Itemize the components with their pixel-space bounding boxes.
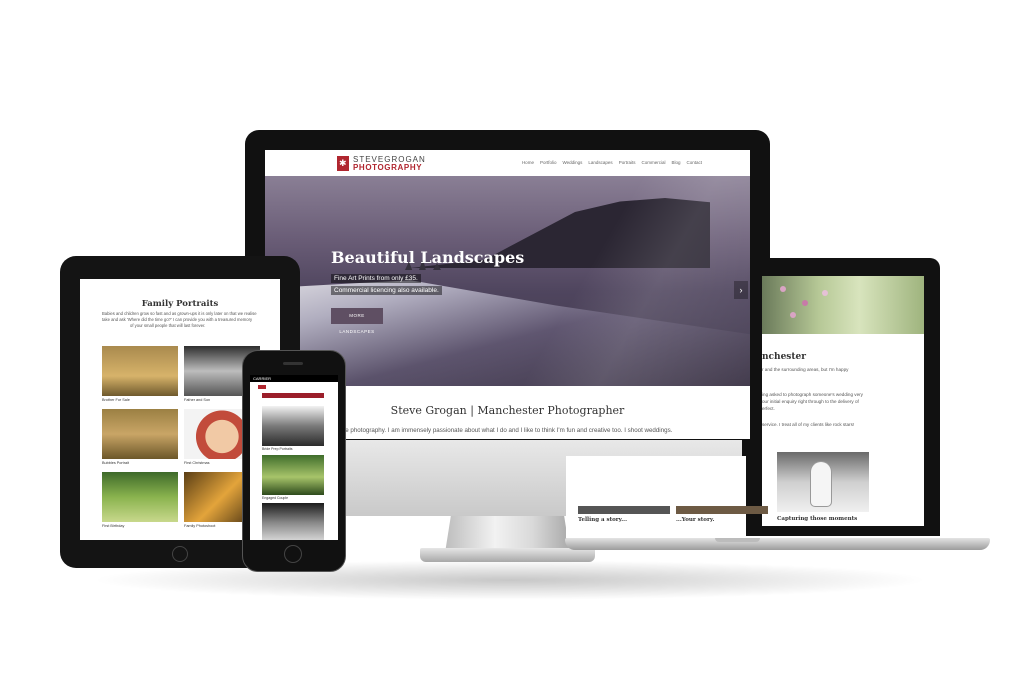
nav-weddings[interactable]: Weddings	[562, 160, 582, 165]
ipad-home-button	[172, 546, 188, 562]
laptop-gallery-row: Telling a story... ...Your story.	[566, 456, 768, 538]
laptop-caption: Capturing those moments	[777, 516, 858, 522]
iphone-screen: CARRIER Bride Prep Portraits Engaged Cou…	[250, 375, 338, 540]
macbook-notch	[715, 538, 760, 542]
portrait-photo[interactable]	[102, 409, 178, 459]
more-landscapes-button[interactable]: MORE LANDSCAPES	[331, 308, 383, 334]
laptop-text-line: r and the surrounding areas, but I'm hap…	[762, 367, 849, 372]
flowers-banner-image	[762, 276, 924, 334]
laptop-text-line: ing asked to photograph someone's weddin…	[762, 392, 863, 397]
portrait-caption: First Birthday	[102, 524, 125, 528]
portrait-photo[interactable]	[102, 346, 178, 396]
laptop-text-line: our initial enquiry right through to the…	[762, 399, 859, 404]
macbook-screen: nchester r and the surrounding areas, bu…	[762, 276, 924, 526]
portrait-caption: Brother For Sale	[102, 398, 130, 402]
hero-title: Beautiful Landscapes	[331, 248, 525, 267]
wedding-photo[interactable]	[262, 455, 324, 495]
screen-glare	[490, 176, 750, 386]
hero-subtitle-1: Fine Art Prints from only £35.	[331, 274, 421, 283]
nav-portfolio[interactable]: Portfolio	[540, 160, 557, 165]
nav-contact[interactable]: Contact	[686, 160, 702, 165]
nav-blog[interactable]: Blog	[671, 160, 680, 165]
intro-text: ...ve photography. I am immensely passio…	[337, 427, 673, 434]
portrait-caption: Father and Son	[184, 398, 211, 402]
site-header: ✱ STEVEGROGAN PHOTOGRAPHY Home Portfolio…	[265, 150, 750, 176]
tablet-text-line: take and ask 'Where did the time go?' I …	[102, 317, 253, 322]
phone-menu-bar[interactable]	[262, 393, 324, 398]
hero-subtitle-2: Commercial licencing also available.	[331, 286, 442, 295]
laptop-heading: nchester	[762, 352, 806, 362]
nav-landscapes[interactable]: Landscapes	[588, 160, 612, 165]
girl-dress-photo[interactable]	[777, 452, 869, 512]
phone-status-bar: CARRIER	[250, 375, 338, 382]
nav-home[interactable]: Home	[522, 160, 534, 165]
laptop-caption: ...Your story.	[676, 517, 715, 523]
portrait-caption: Bubbles Portrait	[102, 461, 130, 465]
ipad-status-bar	[80, 279, 280, 286]
phone-caption: Engaged Couple	[262, 496, 289, 500]
nav-portraits[interactable]: Portraits	[619, 160, 636, 165]
laptop-text-line: service. I treat all of my clients like …	[762, 422, 855, 427]
phone-logo-icon[interactable]	[258, 385, 266, 389]
wedding-photo[interactable]	[262, 503, 324, 540]
tablet-page-title: Family Portraits	[141, 299, 219, 309]
logo-icon[interactable]: ✱	[337, 156, 349, 171]
imac-stand-foot	[420, 548, 595, 562]
carrier-label: CARRIER	[253, 376, 272, 381]
gallery-photo[interactable]	[676, 506, 768, 514]
next-slide-arrow-icon[interactable]: ›	[734, 281, 748, 299]
iphone-speaker	[283, 362, 303, 365]
nav-commercial[interactable]: Commercial	[641, 160, 665, 165]
main-nav: Home Portfolio Weddings Landscapes Portr…	[522, 160, 702, 165]
portrait-caption: Family Photoshoot	[184, 524, 216, 528]
tablet-text-line: of your small people that will last fore…	[130, 323, 206, 328]
laptop-text-line: erfect.	[762, 406, 775, 411]
laptop-caption: Telling a story...	[578, 517, 627, 523]
gallery-photo[interactable]	[578, 506, 670, 514]
wedding-photo[interactable]	[262, 406, 324, 446]
iphone-home-button	[284, 545, 302, 563]
portrait-photo[interactable]	[102, 472, 178, 522]
phone-caption: Bride Prep Portraits	[262, 447, 293, 451]
portrait-caption: First Christmas	[184, 461, 210, 465]
logo-subtitle[interactable]: PHOTOGRAPHY	[353, 163, 422, 172]
macbook-base	[565, 538, 990, 550]
tablet-text-line: Babies and children grow so fast and as …	[102, 311, 257, 316]
